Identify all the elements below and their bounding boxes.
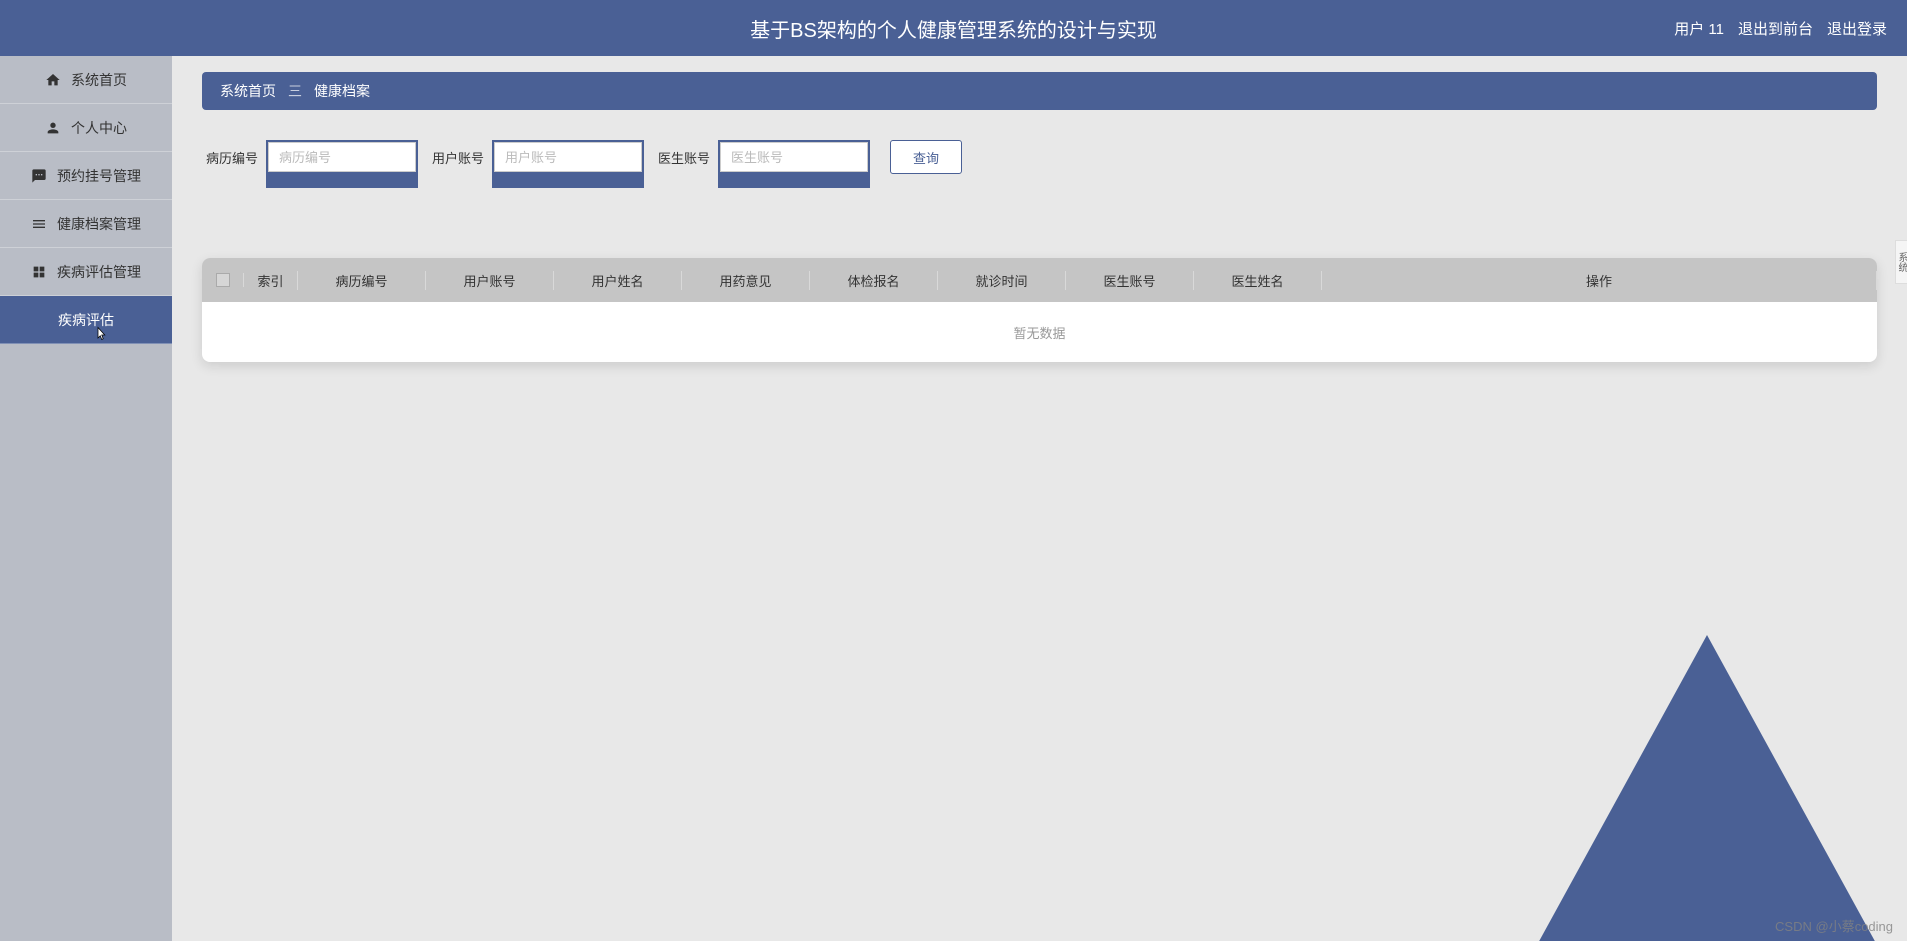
table-header-user-account: 用户账号 <box>426 271 554 290</box>
sidebar-item-disease-eval[interactable]: 疾病评估 <box>0 296 172 344</box>
app-header: 基于BS架构的个人健康管理系统的设计与实现 用户 11 退出到前台 退出登录 <box>0 0 1907 56</box>
app-title: 基于BS架构的个人健康管理系统的设计与实现 <box>750 14 1157 43</box>
breadcrumb-current: 健康档案 <box>314 81 370 101</box>
search-group-user-account: 用户账号 <box>432 140 644 188</box>
logout-link[interactable]: 退出登录 <box>1827 18 1887 39</box>
sidebar-item-label: 预约挂号管理 <box>57 166 141 186</box>
data-table: 索引 病历编号 用户账号 用户姓名 用药意见 体检报名 就诊时间 医生账号 医生… <box>202 258 1877 362</box>
table-header-checkbox[interactable] <box>202 273 244 287</box>
sidebar-item-disease-mgmt[interactable]: 疾病评估管理 <box>0 248 172 296</box>
sms-icon <box>31 168 47 184</box>
grid-icon <box>31 264 47 280</box>
table-header-visit-time: 就诊时间 <box>938 271 1066 290</box>
sidebar-item-label: 疾病评估 <box>58 310 114 330</box>
input-wrap <box>718 140 870 188</box>
search-button[interactable]: 查询 <box>890 140 962 174</box>
record-id-input[interactable] <box>268 142 416 172</box>
list-icon <box>31 216 47 232</box>
person-icon <box>45 120 61 136</box>
table-header-action: 操作 <box>1322 271 1877 290</box>
search-label-doctor-account: 医生账号 <box>658 140 710 167</box>
table-header-medication: 用药意见 <box>682 271 810 290</box>
search-group-record-id: 病历编号 <box>206 140 418 188</box>
side-tab[interactable]: 系统 <box>1895 240 1907 284</box>
sidebar-item-profile[interactable]: 个人中心 <box>0 104 172 152</box>
sidebar-item-label: 系统首页 <box>71 70 127 90</box>
sidebar-item-label: 疾病评估管理 <box>57 262 141 282</box>
table-empty-state: 暂无数据 <box>202 302 1877 362</box>
triangle-decoration <box>1537 635 1877 941</box>
search-label-user-account: 用户账号 <box>432 140 484 167</box>
search-label-record-id: 病历编号 <box>206 140 258 167</box>
table-header-record-id: 病历编号 <box>298 271 426 290</box>
breadcrumb: 系统首页 三 健康档案 <box>202 72 1877 110</box>
header-actions: 用户 11 退出到前台 退出登录 <box>1674 18 1887 39</box>
table-header-doctor-account: 医生账号 <box>1066 271 1194 290</box>
table-header-index: 索引 <box>244 271 298 290</box>
home-icon <box>45 72 61 88</box>
user-account-input[interactable] <box>494 142 642 172</box>
table-header-row: 索引 病历编号 用户账号 用户姓名 用药意见 体检报名 就诊时间 医生账号 医生… <box>202 258 1877 302</box>
user-label[interactable]: 用户 11 <box>1674 18 1724 39</box>
search-group-doctor-account: 医生账号 <box>658 140 870 188</box>
sidebar: 系统首页 个人中心 预约挂号管理 健康档案管理 疾病评估管理 <box>0 56 172 941</box>
main-content: 系统首页 三 健康档案 病历编号 用户账号 医生账号 <box>172 56 1907 941</box>
table-header-checkup: 体检报名 <box>810 271 938 290</box>
input-wrap <box>492 140 644 188</box>
sidebar-item-label: 个人中心 <box>71 118 127 138</box>
logout-front-link[interactable]: 退出到前台 <box>1738 18 1813 39</box>
table-header-user-name: 用户姓名 <box>554 271 682 290</box>
sidebar-item-health-record[interactable]: 健康档案管理 <box>0 200 172 248</box>
sidebar-item-label: 健康档案管理 <box>57 214 141 234</box>
sidebar-item-appointment[interactable]: 预约挂号管理 <box>0 152 172 200</box>
breadcrumb-separator: 三 <box>288 81 302 101</box>
checkbox-icon <box>216 273 230 287</box>
search-bar: 病历编号 用户账号 医生账号 查询 <box>202 140 1877 188</box>
sidebar-item-home[interactable]: 系统首页 <box>0 56 172 104</box>
input-wrap <box>266 140 418 188</box>
doctor-account-input[interactable] <box>720 142 868 172</box>
breadcrumb-home[interactable]: 系统首页 <box>220 81 276 101</box>
table-header-doctor-name: 医生姓名 <box>1194 271 1322 290</box>
